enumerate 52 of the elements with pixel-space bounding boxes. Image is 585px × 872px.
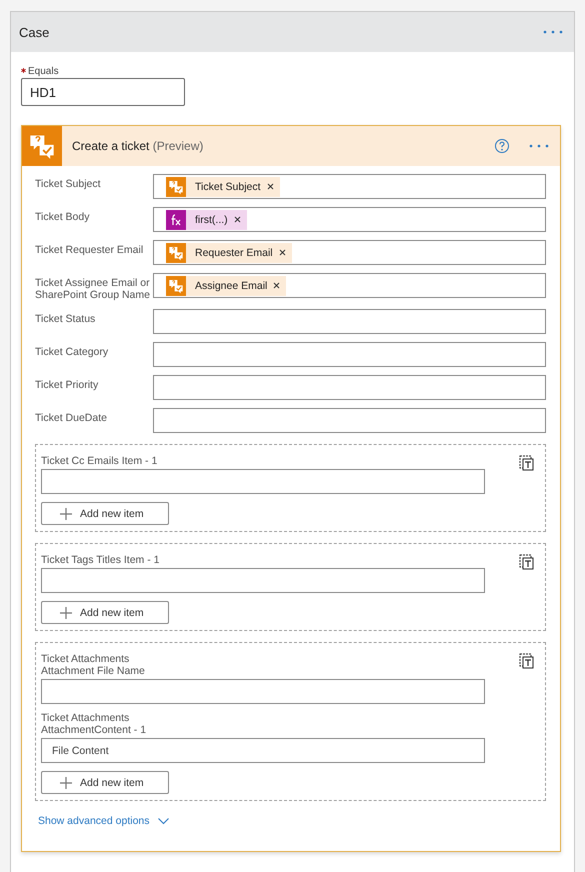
- token-chip[interactable]: Ticket Subject: [166, 176, 280, 196]
- input-field[interactable]: [153, 342, 546, 367]
- case-title: Case: [19, 24, 50, 40]
- token-chip[interactable]: Assignee Email: [166, 276, 286, 296]
- ticket-icon: [168, 178, 184, 194]
- plus-icon: [60, 606, 72, 618]
- input-field[interactable]: first(...): [153, 207, 546, 232]
- input-field[interactable]: [153, 375, 546, 400]
- field-label: Ticket Assignee Email or SharePoint Group Name: [35, 276, 151, 301]
- field-label: Ticket Attachments Attachment File Name: [41, 653, 146, 677]
- input-field[interactable]: [153, 309, 546, 334]
- remove-icon[interactable]: [273, 282, 280, 289]
- field-label: Ticket Attachments AttachmentContent - 1: [41, 712, 148, 736]
- field-label: Ticket Cc Emails Item - 1: [41, 455, 158, 467]
- add-item-button[interactable]: Add new item: [41, 771, 169, 794]
- required-icon: [21, 68, 26, 73]
- token-chip[interactable]: first(...): [166, 210, 247, 230]
- more-icon[interactable]: [528, 143, 550, 149]
- field-label: Ticket Body: [35, 210, 90, 223]
- input-field[interactable]: [41, 679, 485, 704]
- plus-icon: [60, 508, 72, 520]
- remove-icon[interactable]: [266, 183, 274, 190]
- ticket-icon: [168, 278, 184, 294]
- field-label: Ticket Priority: [35, 378, 100, 391]
- function-icon: [169, 212, 183, 226]
- input-field[interactable]: Ticket Subject: [153, 174, 546, 199]
- field-label: Ticket Subject: [35, 177, 102, 190]
- field-label: Ticket Category: [35, 345, 110, 358]
- field-label: Ticket DueDate: [35, 411, 108, 424]
- advanced-options-link[interactable]: Show advanced options: [38, 815, 150, 827]
- input-field[interactable]: [41, 568, 485, 593]
- field-label: Ticket Status: [35, 312, 96, 325]
- add-item-button[interactable]: Add new item: [41, 601, 169, 624]
- chevron-down-icon[interactable]: [158, 818, 168, 824]
- input-field[interactable]: Requester Email: [153, 240, 546, 265]
- input-field[interactable]: Assignee Email: [153, 273, 546, 298]
- add-item-button[interactable]: Add new item: [41, 502, 169, 525]
- equals-label: Equals: [21, 66, 561, 77]
- field-label: Ticket Tags Titles Item - 1: [41, 554, 160, 566]
- token-chip[interactable]: Requester Email: [166, 242, 292, 262]
- help-icon[interactable]: [494, 138, 510, 154]
- equals-field[interactable]: HD1: [21, 78, 185, 106]
- remove-icon[interactable]: [278, 249, 286, 256]
- remove-icon[interactable]: [234, 216, 241, 223]
- input-field[interactable]: File Content: [41, 738, 485, 763]
- ticket-icon: [168, 244, 184, 260]
- input-field[interactable]: [153, 408, 546, 433]
- input-field[interactable]: [41, 469, 485, 494]
- action-title: Create a ticket (Preview): [72, 139, 204, 153]
- more-icon[interactable]: [542, 29, 564, 35]
- field-label: Ticket Requester Email: [35, 243, 144, 256]
- plus-icon: [60, 776, 72, 788]
